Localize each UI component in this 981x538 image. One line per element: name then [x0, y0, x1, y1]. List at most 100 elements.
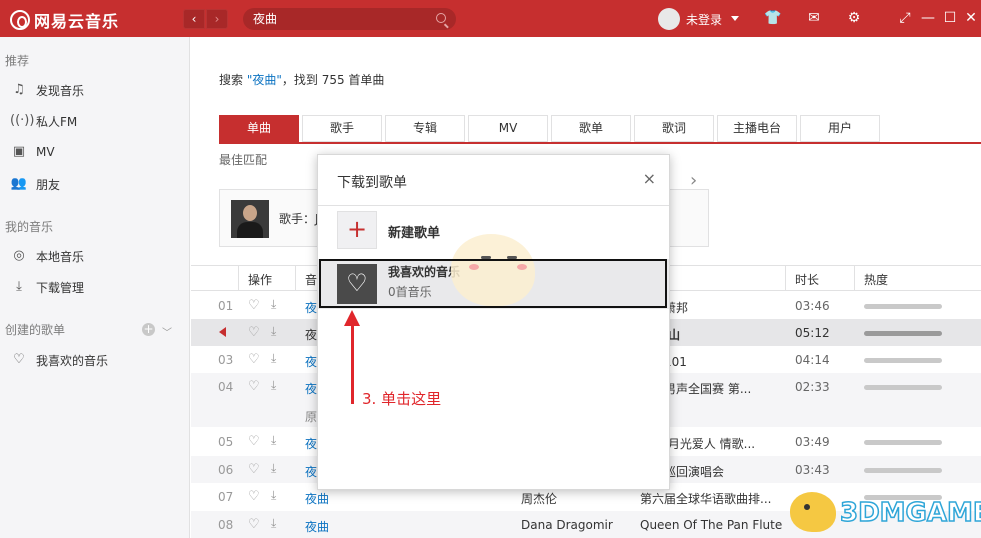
like-icon[interactable]: ♡	[248, 352, 260, 367]
row-number: 01	[218, 299, 234, 313]
artist-label: 歌手：J	[279, 212, 319, 226]
song-title[interactable]: 夜	[305, 353, 317, 370]
sidebar-item-liked-music[interactable]: ♡ 我喜欢的音乐	[10, 350, 108, 370]
minimize-icon[interactable]: —	[920, 10, 936, 26]
search-input[interactable]: 夜曲	[243, 8, 456, 30]
song-subtitle: 原	[305, 410, 318, 424]
sidebar-item-mv[interactable]: ▣ MV	[10, 142, 55, 162]
disc-icon: ◎	[13, 248, 25, 263]
chevron-down-icon[interactable]	[731, 16, 739, 21]
like-icon[interactable]: ♡	[248, 379, 260, 394]
sidebar-item-label: MV	[36, 145, 55, 159]
download-icon[interactable]: ⤓	[271, 297, 276, 312]
download-icon[interactable]: ⤓	[271, 378, 276, 393]
chevron-down-icon[interactable]: ﹀	[162, 324, 172, 339]
divider	[318, 205, 669, 206]
song-duration: 03:49	[795, 435, 830, 449]
like-icon[interactable]: ♡	[248, 462, 260, 477]
login-link[interactable]: 未登录	[686, 11, 722, 28]
song-title[interactable]: 夜	[305, 380, 317, 397]
download-icon[interactable]: ⤓	[271, 324, 276, 339]
column-actions[interactable]: 操作	[248, 271, 272, 288]
like-icon[interactable]: ♡	[248, 489, 260, 504]
skin-icon[interactable]: 👕	[764, 10, 781, 26]
watermark: 3DMGAME	[790, 490, 981, 534]
row-number: 06	[218, 463, 234, 477]
song-title[interactable]: 夜	[305, 463, 317, 480]
sidebar-item-label: 私人FM	[36, 114, 78, 129]
song-title[interactable]: 夜	[305, 435, 317, 452]
download-icon[interactable]: ⤓	[271, 351, 276, 366]
new-playlist-button[interactable]: 新建歌单	[388, 222, 440, 241]
chevron-right-icon[interactable]: ›	[690, 170, 697, 191]
like-icon[interactable]: ♡	[248, 298, 260, 313]
song-duration: 03:46	[795, 299, 830, 313]
sidebar-item-friends[interactable]: 👥 朋友	[10, 174, 60, 194]
song-singer[interactable]: 周杰伦	[521, 490, 557, 507]
column-popularity[interactable]: 热度	[864, 271, 888, 288]
tab-songs[interactable]: 单曲	[219, 115, 299, 142]
tab-radio[interactable]: 主播电台	[717, 115, 797, 142]
sidebar-item-label: 发现音乐	[36, 83, 85, 98]
sidebar-item-label: 本地音乐	[36, 249, 85, 264]
popularity-bar	[864, 468, 942, 473]
song-title[interactable]: 夜曲	[305, 490, 329, 507]
like-icon[interactable]: ♡	[248, 434, 260, 449]
avatar[interactable]	[658, 8, 680, 30]
song-album[interactable]: 第六届全球华语歌曲排...	[640, 490, 771, 507]
search-result-summary: 搜索 "夜曲"，找到 755 首单曲	[219, 71, 384, 88]
tab-albums[interactable]: 专辑	[385, 115, 465, 142]
like-icon[interactable]: ♡	[248, 325, 260, 340]
sidebar-section-my-music: 我的音乐	[5, 220, 54, 234]
search-icon[interactable]	[436, 13, 446, 23]
highlight-box	[319, 259, 667, 308]
dialog-title: 下载到歌单	[337, 175, 407, 191]
plus-icon[interactable]: +	[337, 211, 377, 249]
download-to-playlist-dialog: 下载到歌单 × + 新建歌单 ♡ 我喜欢的音乐 0首音乐	[317, 154, 670, 490]
best-match-label: 最佳匹配	[219, 153, 268, 167]
sidebar-item-fm[interactable]: ((·)) 私人FM	[10, 111, 77, 131]
mail-icon[interactable]: ✉	[806, 10, 822, 26]
friends-icon: 👥	[10, 176, 28, 191]
back-button[interactable]: ‹	[183, 9, 205, 29]
column-divider	[238, 266, 239, 290]
like-icon[interactable]: ♡	[248, 517, 260, 532]
download-icon[interactable]: ⤓	[271, 516, 276, 531]
result-suffix: ，找到 755 首单曲	[281, 73, 385, 87]
add-playlist-icon[interactable]: +	[142, 323, 155, 336]
close-icon[interactable]: ✕	[963, 10, 979, 26]
sidebar-item-local-music[interactable]: ◎ 本地音乐	[10, 246, 84, 266]
tab-lyrics[interactable]: 歌词	[634, 115, 714, 142]
result-prefix: 搜索	[219, 73, 247, 87]
gear-icon[interactable]: ⚙	[846, 10, 862, 26]
sidebar-item-downloads[interactable]: ⤓ 下载管理	[10, 277, 84, 297]
song-title[interactable]: 夜	[305, 326, 317, 343]
mini-mode-icon[interactable]: ⤢	[897, 10, 913, 26]
download-icon[interactable]: ⤓	[271, 461, 276, 476]
song-album[interactable]: Queen Of The Pan Flute	[640, 518, 782, 532]
app-logo[interactable]: 网易云音乐	[10, 8, 119, 32]
tab-users[interactable]: 用户	[800, 115, 880, 142]
tab-playlists[interactable]: 歌单	[551, 115, 631, 142]
song-singer[interactable]: Dana Dragomir	[521, 518, 613, 532]
song-title[interactable]: 夜	[305, 299, 317, 316]
column-duration[interactable]: 时长	[795, 271, 819, 288]
sidebar: 推荐 ♫ 发现音乐 ((·)) 私人FM ▣ MV 👥 朋友 我的音乐 ◎ 本地…	[0, 37, 190, 538]
close-icon[interactable]: ×	[643, 169, 656, 188]
sidebar-item-label: 下载管理	[36, 280, 85, 295]
maximize-icon[interactable]: ☐	[942, 10, 958, 26]
result-keyword: "夜曲"	[246, 73, 282, 87]
download-icon[interactable]: ⤓	[271, 488, 276, 503]
download-icon[interactable]: ⤓	[271, 433, 276, 448]
popularity-bar	[864, 385, 942, 390]
column-title[interactable]: 音	[305, 271, 317, 288]
watermark-text: 3DMGAME	[839, 497, 981, 529]
tab-mv[interactable]: MV	[468, 115, 548, 142]
forward-button[interactable]: ›	[206, 9, 228, 29]
radio-wave-icon: ((·))	[10, 113, 35, 128]
song-title[interactable]: 夜曲	[305, 518, 329, 535]
title-bar: 网易云音乐 ‹ › 夜曲 未登录 👕 ✉ ⚙ ⤢ — ☐ ✕	[0, 0, 981, 37]
row-number: 05	[218, 435, 234, 449]
sidebar-item-discover[interactable]: ♫ 发现音乐	[10, 80, 84, 100]
tab-artists[interactable]: 歌手	[302, 115, 382, 142]
